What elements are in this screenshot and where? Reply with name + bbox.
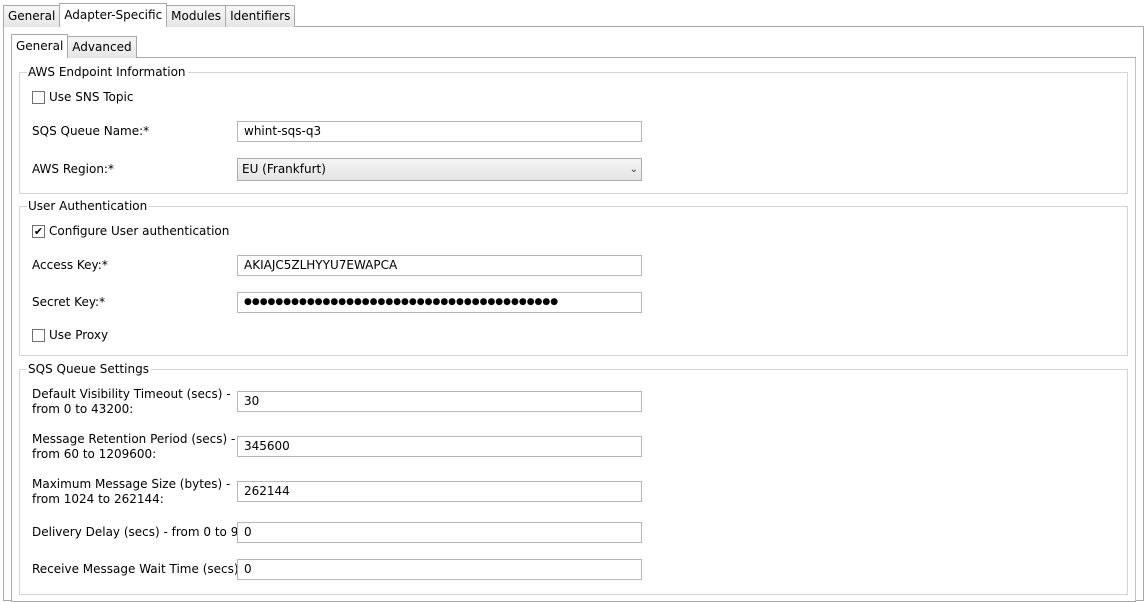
max-message-size-input[interactable]: 262144 [237,481,642,502]
retention-period-label: Message Retention Period (secs) - from 6… [32,432,235,462]
configure-user-auth-label: Configure User authentication [49,224,230,238]
aws-region-label: AWS Region:* [32,162,114,176]
sqs-queue-settings-legend: SQS Queue Settings [27,362,151,376]
receive-wait-time-label: Receive Message Wait Time (secs): [32,562,243,576]
retention-period-label-line1: Message Retention Period (secs) - [32,432,236,446]
use-sns-topic-checkbox[interactable] [32,90,45,104]
visibility-timeout-label: Default Visibility Timeout (secs) - from… [32,387,231,417]
outer-tab-strip: General Adapter-Specific Modules Identif… [3,3,296,27]
delivery-delay-label: Delivery Delay (secs) - from 0 to 900: [32,525,258,539]
receive-wait-time-input[interactable]: 0 [237,559,642,580]
use-proxy-row[interactable]: Use Proxy [32,328,108,342]
user-auth-legend: User Authentication [27,199,150,213]
use-sns-topic-label: Use SNS Topic [49,90,134,104]
visibility-timeout-label-line1: Default Visibility Timeout (secs) - [32,387,231,401]
secret-key-input[interactable]: ●●●●●●●●●●●●●●●●●●●●●●●●●●●●●●●●●●●●●●●● [237,292,642,313]
delivery-delay-input[interactable]: 0 [237,522,642,543]
configure-user-auth-row[interactable]: ✔ Configure User authentication [32,224,229,238]
access-key-label: Access Key:* [32,258,108,272]
max-message-size-label-line1: Maximum Message Size (bytes) - [32,477,231,491]
aws-region-select[interactable]: EU (Frankfurt) ⌄ [237,158,642,181]
tab-general[interactable]: General [3,5,61,27]
sqs-queue-name-input[interactable]: whint-sqs-q3 [237,121,642,142]
retention-period-label-line2: from 60 to 1209600: [32,447,157,461]
checkmark-icon: ✔ [33,224,44,238]
max-message-size-label: Maximum Message Size (bytes) - from 1024… [32,477,230,507]
subtab-general[interactable]: General [11,34,69,58]
tab-identifiers[interactable]: Identifiers [225,5,296,27]
sqs-queue-name-label: SQS Queue Name:* [32,124,150,138]
tab-adapter-specific[interactable]: Adapter-Specific [59,3,168,27]
access-key-input[interactable]: AKIAJC5ZLHYYU7EWAPCA [237,255,642,276]
inner-tab-strip: General Advanced [11,34,137,58]
chevron-down-icon: ⌄ [629,164,638,175]
configure-user-auth-checkbox[interactable]: ✔ [32,224,45,238]
subtab-advanced[interactable]: Advanced [67,36,137,58]
secret-key-label: Secret Key:* [32,295,106,309]
aws-region-selected-value: EU (Frankfurt) [242,162,326,176]
use-proxy-checkbox[interactable] [32,328,45,342]
use-sns-topic-row[interactable]: Use SNS Topic [32,90,133,104]
aws-endpoint-legend: AWS Endpoint Information [27,65,188,79]
retention-period-input[interactable]: 345600 [237,436,642,457]
use-proxy-label: Use Proxy [49,328,109,342]
tab-modules[interactable]: Modules [166,5,227,27]
visibility-timeout-input[interactable]: 30 [237,391,642,412]
visibility-timeout-label-line2: from 0 to 43200: [32,402,134,416]
max-message-size-label-line2: from 1024 to 262144: [32,492,164,506]
